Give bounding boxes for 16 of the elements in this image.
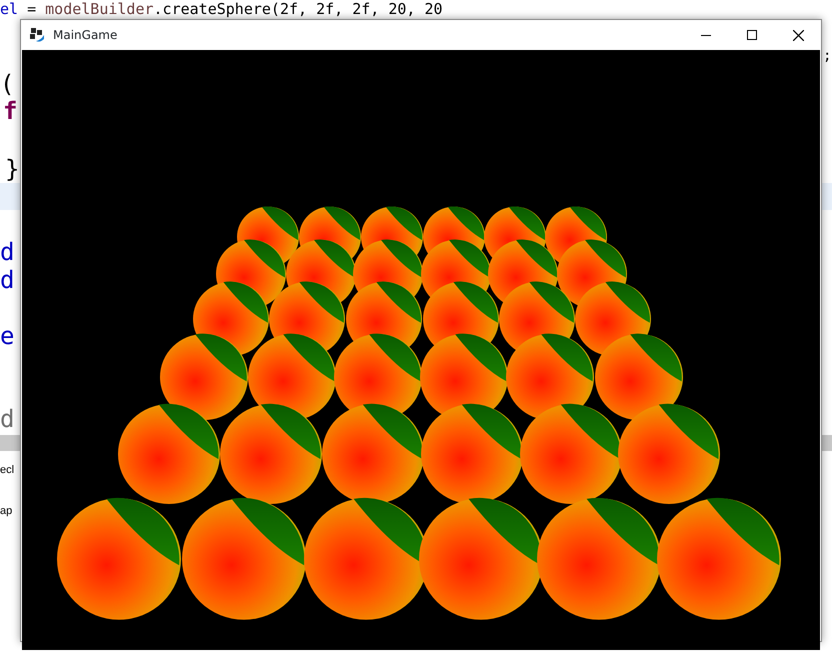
code-line: e	[0, 322, 14, 350]
panel-tab[interactable]: ecl	[0, 464, 14, 477]
app-icon	[29, 27, 45, 43]
code-line: d	[0, 266, 14, 294]
panel-tab[interactable]: ap	[0, 505, 12, 518]
code-line: f	[3, 97, 18, 125]
maximize-icon	[747, 30, 757, 40]
code-line: }	[5, 155, 20, 183]
minimize-icon	[701, 34, 711, 36]
close-icon	[792, 30, 804, 40]
code-line: ;	[823, 47, 832, 66]
window-title: MainGame	[53, 27, 118, 44]
code-line: (	[0, 70, 14, 98]
code-line: d	[0, 238, 14, 266]
code-line: el = modelBuilder.createSphere(2f, 2f, 2f, 20, 20	[0, 0, 443, 18]
code-line: d	[0, 405, 14, 433]
